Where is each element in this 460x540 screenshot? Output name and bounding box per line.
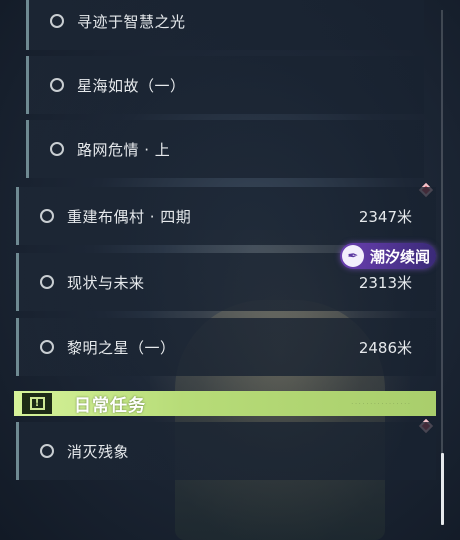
quest-name: 星海如故（一） [77, 76, 186, 95]
quest-status-circle-icon [50, 14, 64, 28]
quest-status-circle-icon [40, 209, 54, 223]
quest-name: 寻迹于智慧之光 [77, 12, 186, 31]
quest-status-circle-icon [50, 142, 64, 156]
quest-distance: 2313米 [358, 273, 412, 292]
quest-distance: 2486米 [358, 338, 412, 357]
daily-quest-badge-icon: ! [22, 393, 52, 414]
sub-quest-item[interactable]: 星海如故（一） [26, 56, 424, 114]
quest-distance: 2347米 [358, 207, 412, 226]
scrollbar-thumb[interactable] [440, 453, 444, 525]
quest-list-scrollbar[interactable] [440, 10, 444, 525]
feather-quill-icon: ✒ [342, 245, 364, 267]
main-quest-item[interactable]: 重建布偶村 · 四期 2347米 [16, 187, 436, 245]
sub-quest-item[interactable]: 寻迹于智慧之光 [26, 0, 424, 50]
quest-status-circle-icon [40, 444, 54, 458]
daily-quest-item[interactable]: 消灭残象 [16, 422, 436, 480]
quest-name: 消灭残象 [67, 442, 130, 461]
quest-status-circle-icon [40, 275, 54, 289]
daily-quests-header[interactable]: ! 日常任务 · · · · · · · · · · · · · · · · [14, 391, 436, 416]
quest-status-circle-icon [50, 78, 64, 92]
quest-name: 重建布偶村 · 四期 [67, 207, 192, 226]
header-decoration: · · · · · · · · · · · · · · · · [351, 400, 410, 407]
main-quest-item[interactable]: 黎明之星（一） 2486米 [16, 318, 436, 376]
quest-name: 黎明之星（一） [67, 338, 176, 357]
quest-name: 路网危情 · 上 [77, 140, 171, 159]
tracking-tag-label: 潮汐续闻 [370, 247, 431, 266]
quest-status-circle-icon [40, 340, 54, 354]
sub-quest-item[interactable]: 路网危情 · 上 [26, 120, 424, 178]
daily-quests-title: 日常任务 [74, 396, 146, 416]
quest-name: 现状与未来 [67, 273, 145, 292]
tracking-quest-tag[interactable]: ✒ 潮汐续闻 [340, 243, 436, 269]
